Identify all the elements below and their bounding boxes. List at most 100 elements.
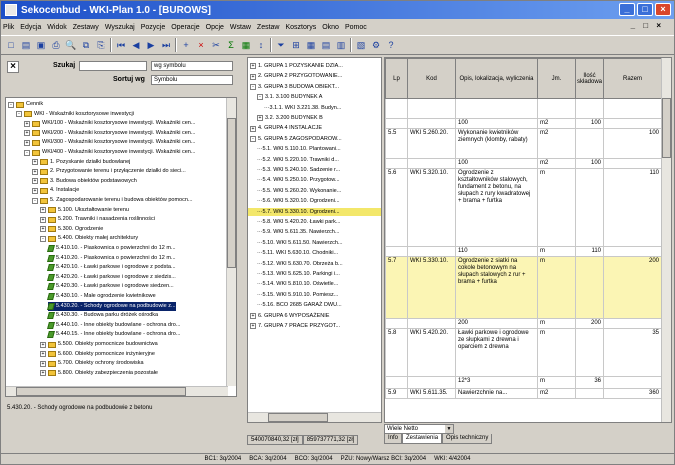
cell-opis[interactable] (455, 98, 538, 119)
menu-item-3[interactable]: Zestawy (73, 24, 99, 31)
close-pane-icon[interactable]: × (7, 61, 19, 73)
minimize-icon[interactable]: _ (619, 3, 635, 16)
menu-item-8[interactable]: Wstaw (230, 24, 251, 31)
prev-icon[interactable]: ◀ (130, 39, 142, 51)
maximize-icon[interactable]: □ (637, 3, 653, 16)
cell-kod[interactable]: WKI 5.260.20. (407, 128, 456, 159)
last-icon[interactable]: ⏭ (160, 39, 172, 51)
table-row[interactable]: 110 m 110 (385, 246, 663, 257)
cut-icon[interactable]: ✂ (210, 39, 222, 51)
menu-item-5[interactable]: Pozycje (141, 24, 166, 31)
column-header[interactable]: Kod (407, 58, 456, 99)
collapse-icon[interactable]: - (24, 149, 30, 156)
estimate-item[interactable]: ··· 5.16. BCO 2685 GARAŻ DWU... (248, 301, 381, 310)
table-row[interactable]: 5.8 WKI 5.420.20. Ławki parkowe i ogrodowe… (385, 328, 663, 377)
print-icon[interactable]: ⎙ (50, 39, 62, 51)
copy-icon[interactable]: ⧉ (80, 39, 92, 51)
expand-icon[interactable]: + (32, 159, 38, 166)
cell-opis[interactable]: Ogrodzenie z kształtowników stalowych, f… (455, 168, 538, 247)
cell-lp[interactable] (385, 246, 408, 257)
first-icon[interactable]: ⏮ (115, 39, 127, 51)
tree-item[interactable]: +5.600. Obiekty pomocnicze inżynieryjne (40, 350, 155, 359)
tree-item[interactable]: - WKI - Wskaźniki kosztorysowe inwestycji (16, 110, 134, 119)
estimate-item[interactable]: +1. GRUPA 1 POZYSKANIE DZIA... (248, 62, 381, 71)
cell-razem[interactable]: 110 (603, 168, 663, 247)
cell-jm[interactable] (537, 98, 576, 119)
menu-item-9[interactable]: Zestaw (257, 24, 280, 31)
cell-razem[interactable] (603, 318, 663, 329)
cell-lp[interactable]: 5.5 (385, 128, 408, 159)
grid-vscrollbar[interactable] (661, 58, 671, 422)
cell-razem[interactable]: 360 (603, 388, 663, 399)
cell-kod[interactable] (407, 318, 456, 329)
expand-icon[interactable]: + (32, 178, 38, 185)
cell-jm[interactable]: m2 (537, 128, 576, 159)
cell-ilosc[interactable]: 100 (574, 158, 605, 169)
tree-item[interactable]: - 5. Zagospodarowanie terenu i budowa obi… (32, 196, 192, 205)
graph-icon[interactable]: ▥ (335, 39, 347, 51)
sum-icon[interactable]: Σ (225, 39, 237, 51)
estimate-item[interactable]: ··· 5.7. WKI 5.330.10. Ogrodzeni... (248, 207, 381, 217)
cell-lp[interactable]: 5.8 (385, 328, 408, 377)
tree-item[interactable]: +5.500. Obiekty pomocnicze budownictwa (40, 340, 158, 349)
tree-item[interactable]: 5.420.20. - Ławki parkowe i ogrodowe z s… (47, 273, 176, 282)
price-type-select[interactable]: Wiele Netto ▼ (384, 424, 454, 434)
cell-opis[interactable]: Nawierzchnie na... (455, 388, 538, 399)
estimate-item[interactable]: +6. GRUPA 6 WYPOSAŻENIE (248, 312, 381, 321)
tree-item[interactable]: +5.300. Ogrodzenie (40, 225, 103, 234)
sort-select[interactable]: Symbolu (151, 75, 233, 85)
table-row[interactable]: 200 m 200 (385, 318, 663, 329)
expand-icon[interactable]: + (250, 323, 256, 330)
estimate-item[interactable]: ··· 5.4. WKI 5.250.10. Przygotow... (248, 176, 381, 185)
cell-kod[interactable] (407, 246, 456, 257)
estimate-item[interactable]: +2. GRUPA 2 PRZYGOTOWANIE... (248, 72, 381, 81)
table-row[interactable]: 5.5 WKI 5.260.20. Wykonanie kwietników zie… (385, 128, 663, 159)
tree-item[interactable]: +1. Pozyskanie działki budowlanej (32, 158, 130, 167)
collapse-icon[interactable]: - (257, 94, 263, 101)
title-bar[interactable]: Sekocenbud - WKI-Plan 1.0 - [BUROWS] _ □… (1, 1, 674, 19)
cell-kod[interactable] (407, 376, 456, 389)
column-header[interactable]: Lp (385, 58, 408, 99)
mid-hscroll-thumb[interactable] (268, 413, 328, 422)
cell-razem[interactable] (603, 158, 663, 169)
cell-opis[interactable]: Ławki parkowe i ogrodowe ze słupkami z d… (455, 328, 538, 377)
collapse-icon[interactable]: - (250, 84, 256, 91)
tree-item[interactable]: 5.440.15. - Inne obiekty budowlane - och… (47, 330, 180, 339)
open-icon[interactable]: ▤ (20, 39, 32, 51)
estimate-item[interactable]: ··· 5.8. WKI 5.420.20. Ławki park... (248, 218, 381, 227)
cell-razem[interactable] (603, 98, 663, 119)
cell-opis[interactable]: 100 (455, 118, 538, 129)
menu-item-6[interactable]: Operacje (171, 24, 199, 31)
tree-item[interactable]: 5.430.20. - Schody ogrodowe na podbudowi… (47, 301, 176, 311)
expand-icon[interactable]: + (40, 341, 46, 348)
cell-jm[interactable]: m (537, 246, 576, 257)
cell-opis[interactable]: 100 (455, 158, 538, 169)
estimate-item[interactable]: ··· 5.13. WKI 5.625.10. Parkingi i... (248, 270, 381, 279)
new-icon[interactable]: □ (5, 39, 17, 51)
table-row[interactable]: 12*3 m 36 (385, 376, 663, 389)
estimate-item[interactable]: +3.2. 3.200 BUDYNEK B (248, 114, 381, 123)
report-icon[interactable]: ▧ (355, 39, 367, 51)
collapse-icon[interactable]: - (8, 101, 14, 108)
cell-lp[interactable] (385, 376, 408, 389)
expand-icon[interactable]: + (250, 63, 256, 70)
filter-icon[interactable]: ⏷ (275, 39, 287, 51)
tree-item[interactable]: +5.800. Obiekty zabezpieczenia pozostałe (40, 369, 158, 378)
menu-item-4[interactable]: Wyszukaj (105, 24, 135, 31)
cell-ilosc[interactable]: 36 (574, 376, 605, 389)
tree-item[interactable]: +3. Budowa obiektów podstawowych (32, 177, 137, 186)
settings-icon[interactable]: ⚙ (370, 39, 382, 51)
tree-hscroll-thumb[interactable] (16, 387, 186, 396)
estimate-item[interactable]: ··· 5.1. WKI 5.110.10. Plantowani... (248, 145, 381, 154)
table-row[interactable]: 100 m2 100 (385, 118, 663, 129)
cell-lp[interactable] (385, 118, 408, 129)
cell-opis[interactable]: 110 (455, 246, 538, 257)
delete-icon[interactable]: × (195, 39, 207, 51)
cell-kod[interactable] (407, 98, 456, 119)
cell-lp[interactable] (385, 318, 408, 329)
tree-item[interactable]: - WKI/400 - Wskaźniki kosztorysowe inwest… (24, 148, 195, 157)
chart-icon[interactable]: ▤ (320, 39, 332, 51)
cell-razem[interactable]: 200 (603, 256, 663, 319)
catalog-tree[interactable]: - Cennik - WKI - Wskaźniki kosztorysowe inw… (5, 97, 237, 397)
menu-item-1[interactable]: Edycja (20, 24, 41, 31)
